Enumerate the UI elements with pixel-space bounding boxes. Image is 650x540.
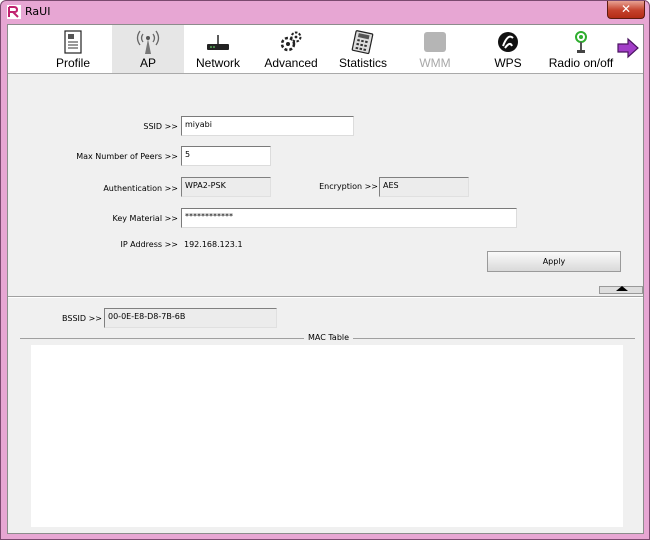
mac-table[interactable]	[31, 345, 623, 527]
bssid-field: 00-0E-E8-D8-7B-6B	[104, 308, 277, 328]
tab-network[interactable]: Network	[188, 25, 248, 73]
key-material-label: Key Material >>	[112, 214, 179, 223]
calculator-icon	[351, 30, 374, 55]
tab-wps-label: WPS	[494, 56, 522, 70]
collapse-button[interactable]	[599, 286, 643, 294]
tab-ap-label: AP	[139, 56, 156, 70]
close-icon: ✕	[620, 2, 632, 16]
bssid-label: BSSID >>	[62, 314, 102, 323]
authentication-field: WPA2-PSK	[181, 177, 271, 197]
key-material-input[interactable]: ************	[181, 208, 517, 228]
max-peers-label: Max Number of Peers >>	[76, 152, 178, 161]
tab-statistics-label: Statistics	[338, 56, 387, 70]
ssid-input[interactable]: miyabi	[181, 116, 354, 136]
toolbar: Profile AP Network Advanced Statistics W…	[8, 25, 643, 74]
app-window: RaUI ✕ Profile AP Network Advanced Stati…	[0, 0, 650, 540]
tab-advanced-label: Advanced	[264, 56, 318, 70]
router-icon	[207, 35, 229, 50]
profile-icon	[64, 30, 82, 54]
tab-wps[interactable]: WPS	[480, 25, 536, 73]
tab-advanced[interactable]: Advanced	[258, 25, 324, 73]
arrow-right-icon[interactable]	[616, 37, 640, 59]
encryption-label: Encryption >>	[319, 182, 378, 191]
tab-radio-label: Radio on/off	[548, 56, 614, 70]
tab-ap[interactable]: AP	[112, 25, 184, 73]
ssid-label: SSID >>	[143, 122, 178, 131]
tab-network-label: Network	[195, 56, 240, 70]
radio-icon	[575, 31, 587, 53]
mac-table-title: MAC Table	[304, 333, 354, 342]
encryption-field: AES	[379, 177, 469, 197]
ip-address-value: 192.168.123.1	[184, 240, 243, 249]
mac-table-frame-left	[20, 338, 305, 339]
tab-wmm-label: WMM	[419, 56, 451, 70]
tab-profile[interactable]: Profile	[48, 25, 98, 73]
chevron-up-icon	[616, 286, 628, 291]
wmm-icon	[424, 32, 446, 52]
app-logo-icon	[7, 5, 21, 19]
ip-address-label: IP Address >>	[120, 240, 178, 249]
mac-table-frame-right	[353, 338, 635, 339]
wps-icon	[498, 32, 518, 52]
close-button[interactable]: ✕	[607, 1, 645, 19]
tab-profile-label: Profile	[55, 56, 90, 70]
title-bar[interactable]: RaUI ✕	[1, 1, 649, 23]
section-divider	[8, 296, 643, 298]
gears-icon	[280, 31, 302, 52]
tab-statistics[interactable]: Statistics	[332, 25, 394, 73]
window-title: RaUI	[25, 5, 51, 18]
apply-button[interactable]: Apply	[487, 251, 621, 272]
tab-wmm[interactable]: WMM	[408, 25, 462, 73]
max-peers-input[interactable]: 5	[181, 146, 271, 166]
ap-antenna-icon	[136, 30, 160, 54]
client-area: Profile AP Network Advanced Statistics W…	[7, 24, 644, 534]
tab-radio[interactable]: Radio on/off	[542, 25, 620, 73]
authentication-label: Authentication >>	[103, 184, 178, 193]
